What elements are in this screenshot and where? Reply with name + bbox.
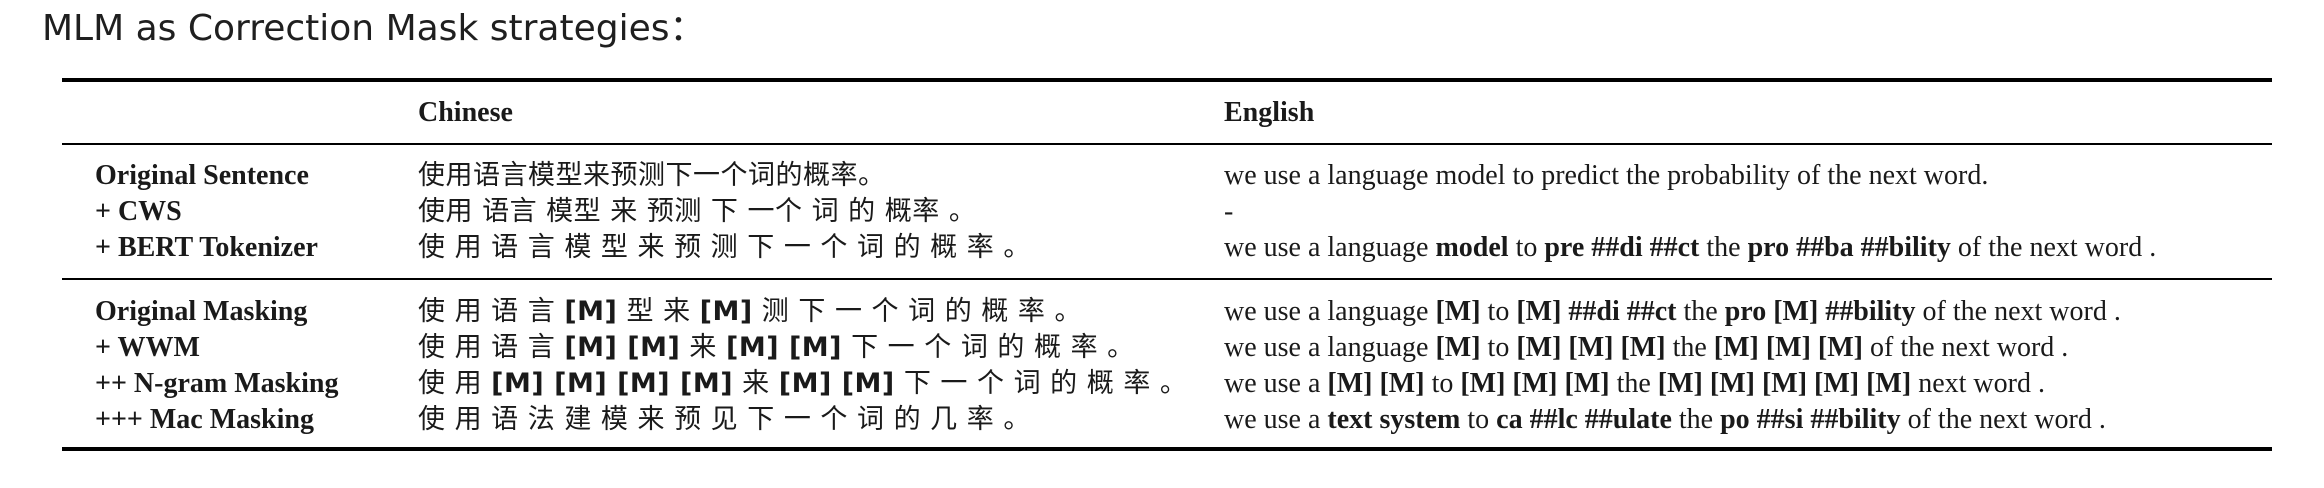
text-segment: of the next word . [1863, 332, 2069, 363]
text-segment: we use a language [1224, 332, 1436, 363]
highlighted-token: [M] [1435, 296, 1481, 327]
text-segment: the [1699, 232, 1748, 263]
header-english: English [1224, 97, 1315, 128]
text-segment: we use a [1224, 368, 1328, 399]
text-segment: of the next word . [1915, 296, 2121, 327]
chinese-text: 使用 语言 模型 来 预测 下 一个 词 的 概率 。 [418, 194, 976, 230]
table-bottom-rule [62, 447, 2272, 451]
text-segment: 来 [680, 332, 727, 363]
highlighted-token: [M] [M] [564, 332, 681, 363]
text-segment: 下 一 个 词 的 概 率 。 [894, 368, 1188, 399]
table-group-rule [62, 278, 2272, 280]
highlighted-token: text system [1327, 404, 1461, 435]
english-text: we use a [M] [M] to [M] [M] [M] the [M] … [1224, 366, 2045, 402]
highlighted-token: [M] [M] [1327, 368, 1425, 399]
highlighted-token: ca ##lc ##ulate [1496, 404, 1672, 435]
highlighted-token: [M] [M] [726, 332, 843, 363]
row-label: +++ Mac Masking [95, 404, 314, 435]
chinese-text: 使 用 语 言 模 型 来 预 测 下 一 个 词 的 概 率 。 [418, 230, 1031, 266]
chinese-text: 使 用 语 言 [M] [M] 来 [M] [M] 下 一 个 词 的 概 率 … [418, 330, 1135, 366]
text-segment: - [1224, 196, 1234, 227]
text-segment: 下 一 个 词 的 概 率 。 [842, 332, 1135, 363]
highlighted-token: pre ##di ##ct [1544, 232, 1700, 263]
text-segment: to [1508, 232, 1545, 263]
english-text: we use a language [M] to [M] ##di ##ct t… [1224, 294, 2121, 330]
text-segment: 使 用 [418, 368, 492, 399]
text-segment: 使 用 语 法 建 模 来 预 见 下 一 个 词 的 几 率 。 [418, 404, 1031, 435]
highlighted-token: [M] [M] [M] [M] [491, 368, 734, 399]
text-segment: the [1609, 368, 1658, 399]
text-segment: 使用语言模型来预测下一个词的概率。 [418, 160, 886, 191]
text-segment: 使 用 语 言 [418, 332, 565, 363]
english-text: we use a language [M] to [M] [M] [M] the… [1224, 330, 2068, 366]
english-text: we use a language model to predict the p… [1224, 158, 1988, 194]
chinese-text: 使 用 语 言 [M] 型 来 [M] 测 下 一 个 词 的 概 率 。 [418, 294, 1082, 330]
text-segment: of the next word . [1950, 232, 2157, 263]
highlighted-token: [M] [M] [M] [1713, 332, 1864, 363]
highlighted-token: [M] [699, 296, 753, 327]
highlighted-token: pro ##ba ##bility [1747, 232, 1951, 263]
page-heading: MLM as Correction Mask strategies： [42, 8, 706, 49]
chinese-text: 使 用 [M] [M] [M] [M] 来 [M] [M] 下 一 个 词 的 … [418, 366, 1187, 402]
text-segment: we use a language [1224, 232, 1436, 263]
text-segment: of the next word . [1900, 404, 2106, 435]
row-label: Original Masking [95, 296, 308, 327]
highlighted-token: [M] [M] [M] [1516, 332, 1666, 363]
text-segment: to [1480, 332, 1517, 363]
highlighted-token: [M] [M] [M] [1460, 368, 1610, 399]
chinese-text: 使 用 语 法 建 模 来 预 见 下 一 个 词 的 几 率 。 [418, 402, 1031, 438]
text-segment: next word . [1911, 368, 2045, 399]
highlighted-token: po ##si ##bility [1720, 404, 1901, 435]
row-label: Original Sentence [95, 160, 309, 191]
row-label: + CWS [95, 196, 182, 227]
text-segment: the [1671, 404, 1721, 435]
text-segment: 使 用 语 言 [418, 296, 565, 327]
text-segment: to [1460, 404, 1497, 435]
highlighted-token: [M] [564, 296, 618, 327]
highlighted-token: [M] [M] [778, 368, 895, 399]
text-segment: 测 下 一 个 词 的 概 率 。 [752, 296, 1082, 327]
text-segment: to [1480, 296, 1517, 327]
highlighted-token: model [1435, 232, 1509, 263]
english-text: - [1224, 194, 1233, 230]
text-segment: 型 来 [617, 296, 700, 327]
row-label: + BERT Tokenizer [95, 232, 318, 263]
text-segment: we use a [1224, 404, 1328, 435]
english-text: we use a text system to ca ##lc ##ulate … [1224, 402, 2106, 438]
text-segment: to [1424, 368, 1461, 399]
text-segment: the [1665, 332, 1714, 363]
chinese-text: 使用语言模型来预测下一个词的概率。 [418, 158, 886, 194]
header-chinese: Chinese [418, 97, 513, 128]
row-label: ++ N-gram Masking [95, 368, 339, 399]
highlighted-token: [M] ##di ##ct [1516, 296, 1677, 327]
table-header-rule [62, 143, 2272, 145]
text-segment: 使用 语言 模型 来 预测 下 一个 词 的 概率 。 [418, 196, 977, 227]
text-segment: 使 用 语 言 模 型 来 预 测 下 一 个 词 的 概 率 。 [418, 232, 1031, 263]
text-segment: the [1676, 296, 1725, 327]
highlighted-token: pro [M] ##bility [1724, 296, 1916, 327]
row-label: + WWM [95, 332, 200, 363]
text-segment: 来 [733, 368, 779, 399]
highlighted-token: [M] [1435, 332, 1481, 363]
highlighted-token: [M] [M] [M] [M] [M] [1657, 368, 1912, 399]
text-segment: we use a language model to predict the p… [1224, 160, 1989, 191]
text-segment: we use a language [1224, 296, 1436, 327]
table-top-rule [62, 78, 2272, 82]
english-text: we use a language model to pre ##di ##ct… [1224, 230, 2156, 266]
